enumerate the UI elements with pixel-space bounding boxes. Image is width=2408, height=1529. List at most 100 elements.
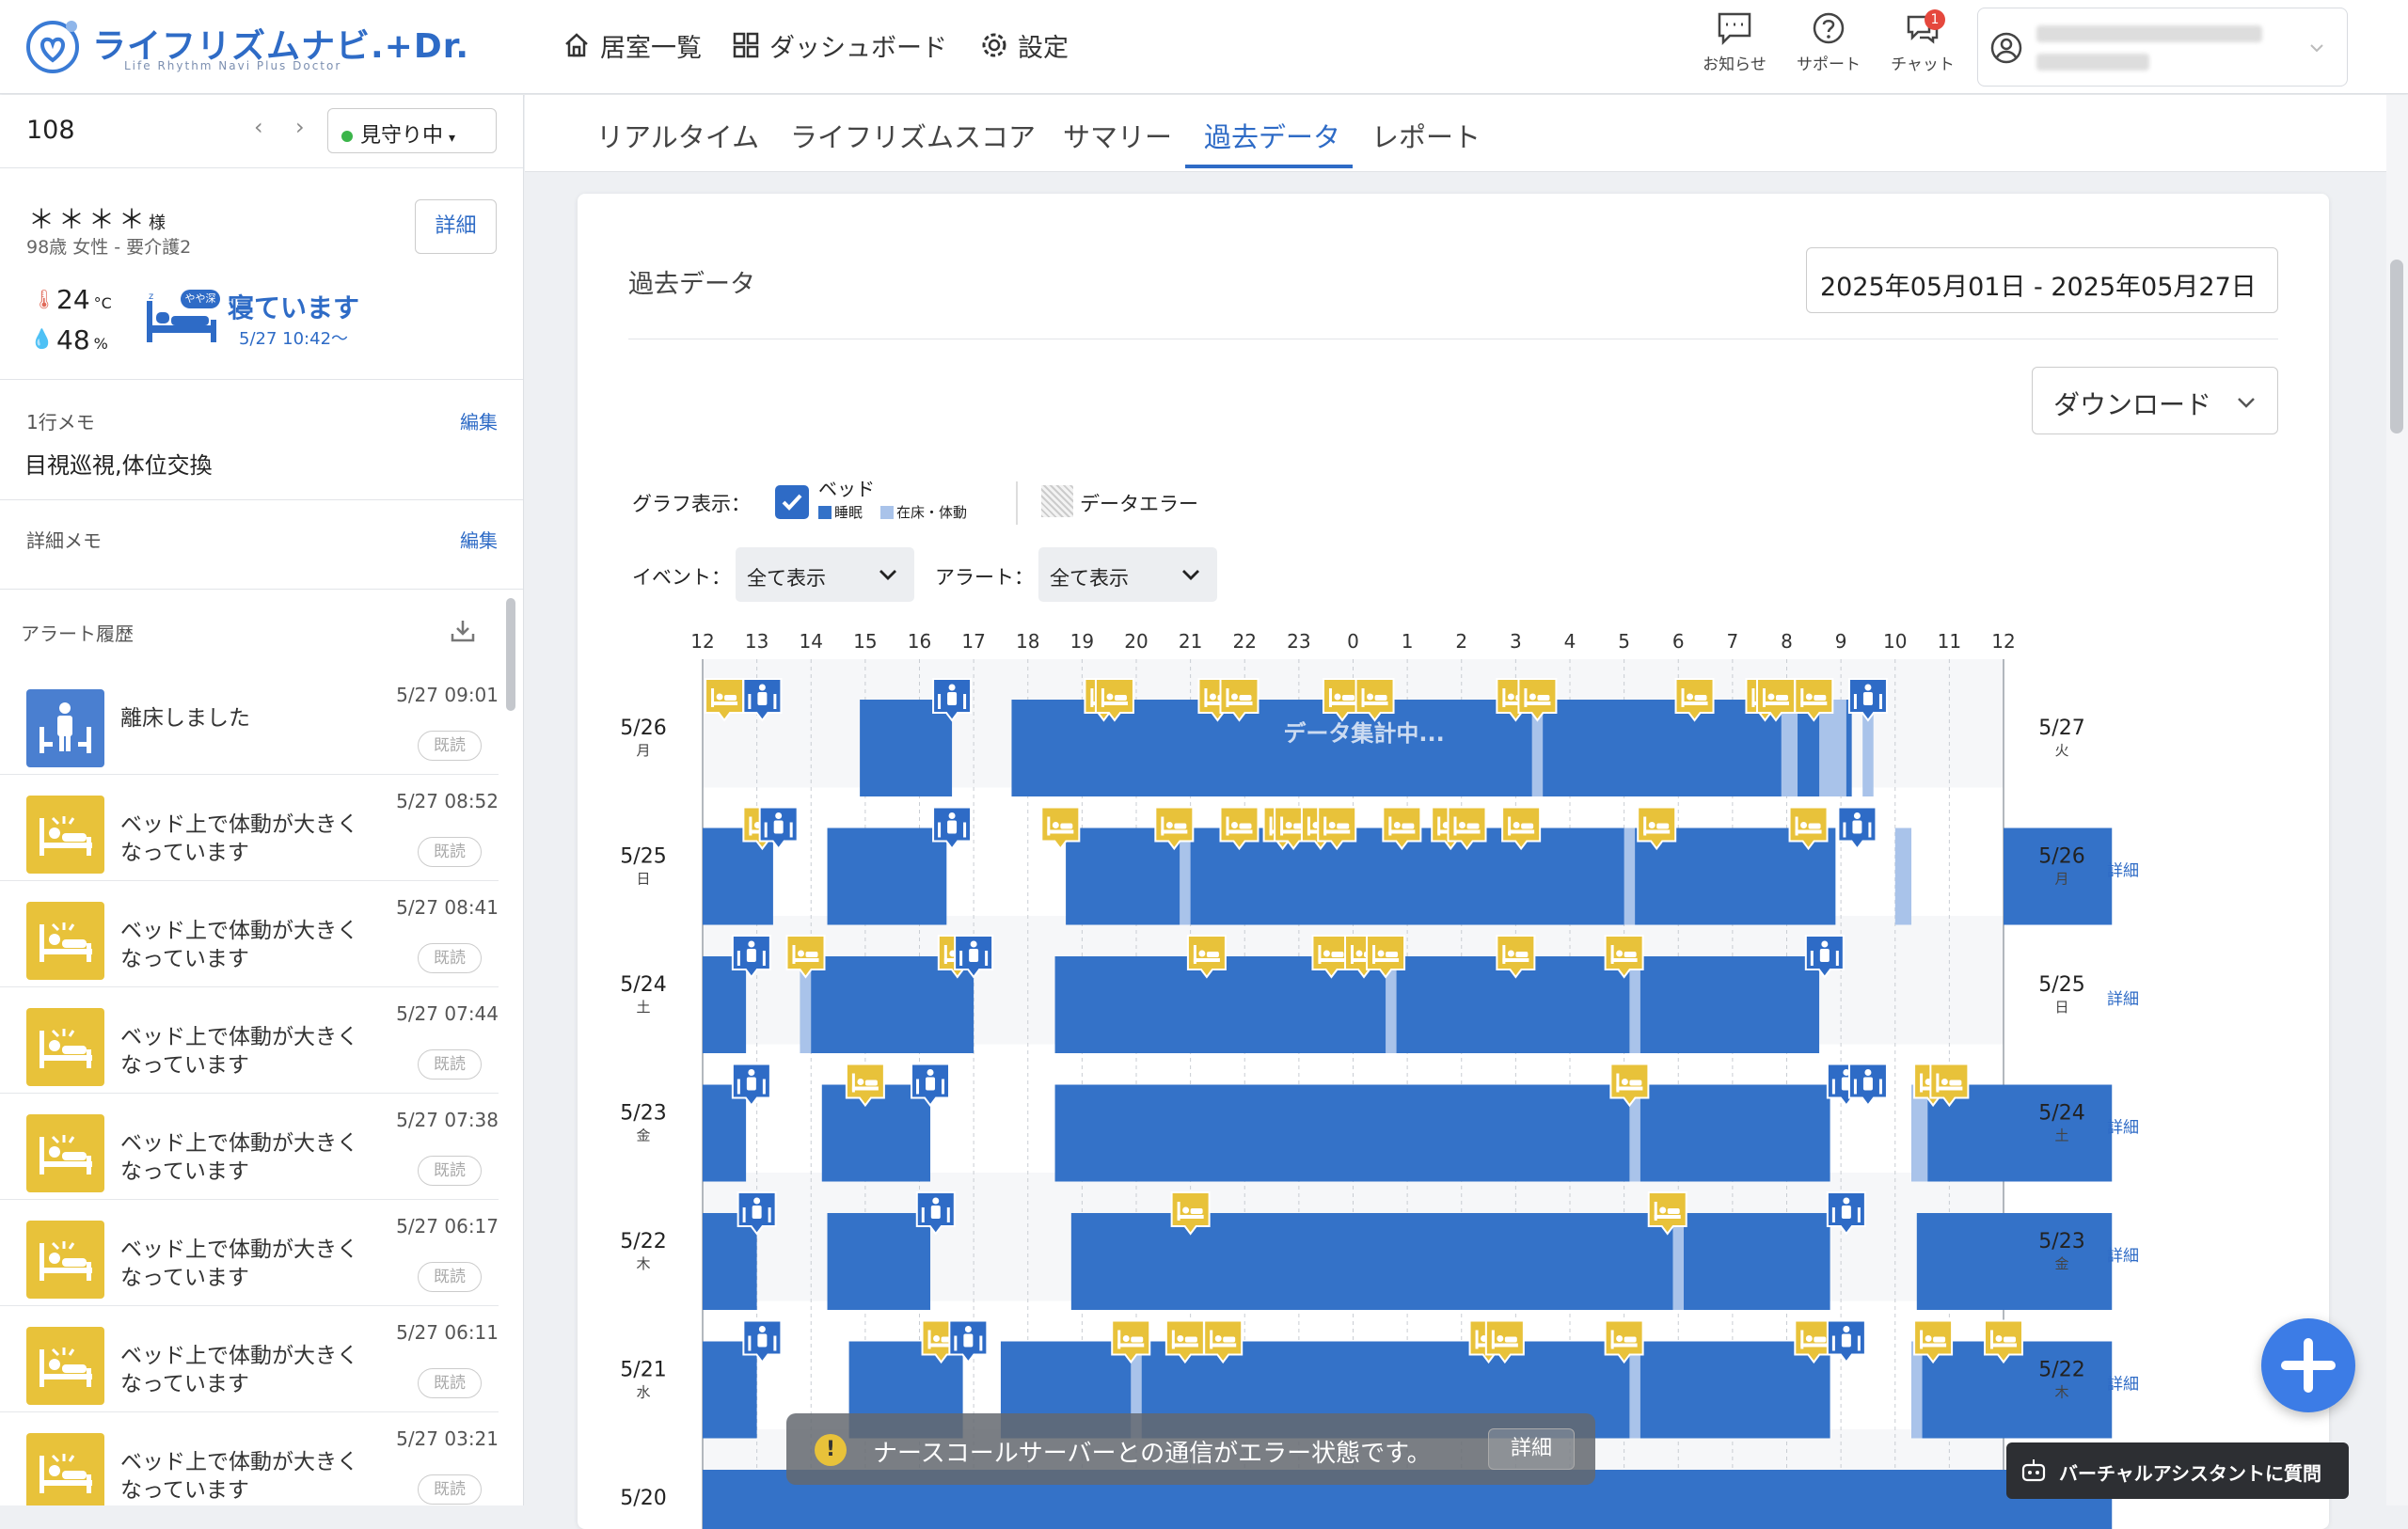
sleep-segment	[800, 956, 974, 1053]
notice-button[interactable]: お知らせ	[1697, 11, 1772, 74]
inbed-segment	[1629, 1341, 1640, 1439]
logo-subtext: Life Rhythm Navi Plus Doctor	[124, 59, 342, 72]
logo-icon	[26, 21, 79, 73]
hour-tick-label: 17	[961, 630, 985, 653]
add-button[interactable]	[2261, 1318, 2355, 1412]
event-filter-label: イベント：	[632, 566, 731, 589]
bed-legend-label: ベッド	[818, 478, 875, 500]
robot-icon	[2021, 1459, 2046, 1482]
tab-summary[interactable]: サマリー	[1063, 116, 1172, 155]
hour-tick-label: 3	[1510, 630, 1522, 653]
chevron-down-icon	[2238, 398, 2255, 408]
status-dot	[341, 131, 353, 142]
page-scrollbar[interactable]	[2386, 95, 2408, 1505]
gear-icon	[982, 33, 1006, 57]
resident-info: ＊＊＊＊様 98歳 女性 - 要介護2 詳細 🌡 24 °C 💧 48% z やや…	[0, 169, 523, 380]
alert-item-time: 5/27 09:01	[396, 684, 499, 706]
error-detail-button[interactable]: 詳細	[1488, 1428, 1575, 1470]
row-detail-link[interactable]: 詳細	[2107, 1247, 2139, 1266]
sleep-swatch	[818, 506, 832, 519]
row-start-date: 5/22	[620, 1230, 666, 1253]
alert-item[interactable]: ベッド上で体動が大きくなっています 5/27 06:11 既読	[0, 1306, 499, 1412]
sleep-legend: 睡眠	[818, 502, 863, 522]
nav-settings[interactable]: 設定	[980, 26, 1069, 64]
help-icon	[1813, 12, 1845, 44]
virtual-assistant-button[interactable]: バーチャルアシスタントに質問	[2006, 1442, 2349, 1499]
event-filter-select[interactable]: 全て表示	[736, 547, 914, 602]
support-button[interactable]: サポート	[1791, 11, 1866, 74]
row-detail-link[interactable]: 詳細	[2107, 990, 2139, 1009]
processing-label: データ集計中...	[1283, 720, 1444, 747]
nav-dashboard[interactable]: ダッシュボード	[732, 26, 947, 64]
tab-report[interactable]: レポート	[1371, 116, 1481, 155]
next-room-button[interactable]: ›	[295, 114, 305, 140]
nav-room-list-label: 居室一覧	[600, 33, 702, 63]
one-line-memo-label: 1行メモ	[26, 411, 95, 433]
detail-memo-edit[interactable]: 編集	[460, 526, 498, 553]
prev-room-button[interactable]: ‹	[254, 114, 263, 140]
tab-liferhythm-score[interactable]: ライフリズムスコア	[790, 116, 1036, 155]
row-end-date: 5/26	[2038, 845, 2084, 869]
tab-realtime[interactable]: リアルタイム	[596, 116, 759, 155]
room-header: 108 ‹ › 見守り中 ▾	[0, 95, 523, 168]
row-detail-link[interactable]: 詳細	[2107, 862, 2139, 881]
bed-movement-alert-icon	[26, 902, 104, 980]
warning-icon: !	[815, 1434, 847, 1466]
active-tab-indicator	[1185, 165, 1353, 168]
nav-room-list[interactable]: 居室一覧	[562, 26, 702, 64]
alert-item[interactable]: ベッド上で体動が大きくなっています 5/27 08:41 既読	[0, 881, 499, 987]
tab-bar: リアルタイム ライフリズムスコア サマリー 過去データ レポート	[525, 95, 2386, 172]
svg-text:z: z	[149, 292, 153, 302]
row-detail-link[interactable]: 詳細	[2107, 1119, 2139, 1138]
room-sidebar: 108 ‹ › 見守り中 ▾ ＊＊＊＊様 98歳 女性 - 要介護2 詳細 🌡 2…	[0, 95, 524, 1505]
alert-filter-select[interactable]: 全て表示	[1038, 547, 1217, 602]
row-end-weekday: 木	[2054, 1384, 2068, 1401]
alert-item[interactable]: ベッド上で体動が大きくなっています 5/27 07:38 既読	[0, 1094, 499, 1200]
resident-detail-button[interactable]: 詳細	[415, 199, 497, 254]
alert-item-text: ベッド上で体動が大きくなっています	[120, 1450, 358, 1503]
user-icon	[1990, 32, 2022, 64]
download-dropdown[interactable]: ダウンロード	[2032, 367, 2278, 434]
detail-memo: 詳細メモ 編集	[0, 501, 523, 590]
hour-tick-label: 1	[1402, 630, 1414, 653]
row-detail-link[interactable]: 詳細	[2107, 1376, 2139, 1395]
row-end-date: 5/22	[2038, 1359, 2084, 1382]
tab-history[interactable]: 過去データ	[1204, 116, 1340, 155]
hour-tick-label: 22	[1233, 630, 1257, 653]
page-scrollbar-thumb[interactable]	[2390, 260, 2403, 433]
sleep-segment	[1911, 1084, 2113, 1182]
row-end-weekday: 月	[2054, 871, 2068, 888]
nav-dashboard-label: ダッシュボード	[769, 33, 947, 63]
alert-item[interactable]: ベッド上で体動が大きくなっています 5/27 08:52 既読	[0, 775, 499, 881]
alert-history-scrollbar[interactable]	[506, 598, 515, 711]
bed-movement-alert-icon	[26, 796, 104, 874]
inbed-swatch	[880, 506, 894, 519]
hour-tick-label: 19	[1070, 630, 1094, 653]
history-panel: 過去データ 2025年05月01日 - 2025年05月27日 ダウンロード グ…	[578, 194, 2329, 1529]
graph-display-label: グラフ表示：	[632, 493, 751, 515]
one-line-memo-edit[interactable]: 編集	[460, 407, 498, 434]
alert-item[interactable]: ベッド上で体動が大きくなっています 5/27 07:44 既読	[0, 987, 499, 1094]
alert-item[interactable]: 離床しました 5/27 09:01 既読	[0, 669, 499, 775]
dashboard-icon	[733, 32, 759, 58]
alert-item[interactable]: ベッド上で体動が大きくなっています 5/27 03:21 既読	[0, 1412, 499, 1505]
bed-checkbox[interactable]	[775, 485, 809, 519]
app-logo[interactable]: ライフリズムナビ.+Dr. Life Rhythm Navi Plus Doct…	[24, 17, 468, 75]
legend-divider	[1016, 481, 1018, 525]
date-range-picker[interactable]: 2025年05月01日 - 2025年05月27日	[1806, 247, 2278, 313]
chat-button[interactable]: チャット 1	[1885, 9, 1960, 74]
alert-filter-value: 全て表示	[1050, 567, 1129, 590]
alert-item[interactable]: ベッド上で体動が大きくなっています 5/27 06:17 既読	[0, 1200, 499, 1306]
status-dropdown[interactable]: 見守り中 ▾	[327, 108, 497, 153]
bed-movement-alert-icon	[26, 1008, 104, 1086]
hour-tick-label: 12	[690, 630, 714, 653]
check-icon	[782, 494, 802, 511]
user-menu[interactable]	[1977, 8, 2348, 87]
row-start-date: 5/23	[620, 1102, 666, 1126]
one-line-memo: 1行メモ 編集 目視巡視,体位交換	[0, 381, 523, 500]
alert-item-time: 5/27 08:41	[396, 896, 499, 919]
hour-tick-label: 9	[1835, 630, 1847, 653]
bed-movement-alert-icon	[26, 1114, 104, 1192]
download-icon[interactable]	[450, 619, 476, 643]
alert-read-badge: 既読	[418, 1049, 482, 1080]
